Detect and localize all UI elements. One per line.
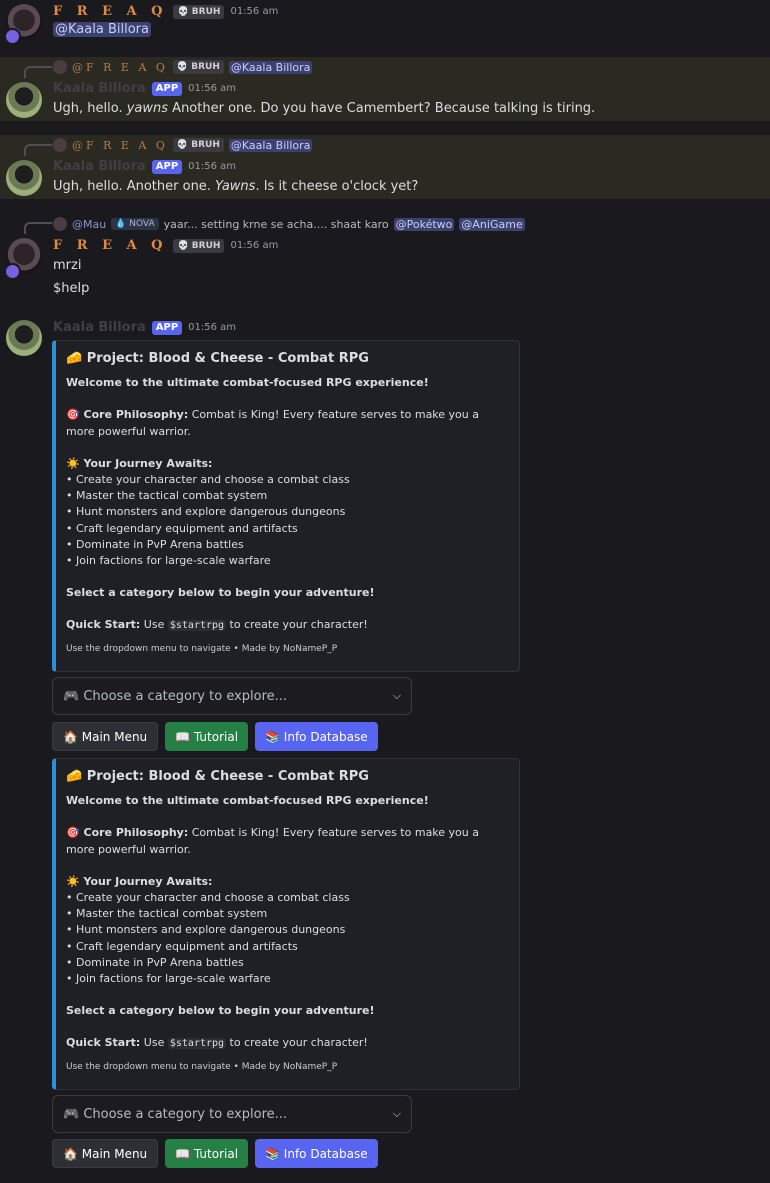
- list-item: • Dominate in PvP Arena battles: [66, 955, 244, 969]
- list-item: • Master the tactical combat system: [66, 489, 268, 503]
- reply-mention[interactable]: @AniGame: [459, 217, 525, 231]
- rpg-embed: 🧀 Project: Blood & Cheese - Combat RPG W…: [52, 340, 520, 672]
- embed-title: 🧀 Project: Blood & Cheese - Combat RPG: [66, 769, 369, 784]
- reply-avatar: [53, 60, 67, 74]
- message-text: Ugh, hello. yawns Another one. Do you ha…: [53, 101, 596, 116]
- category-select[interactable]: 🎮 Choose a category to explore... ⌵: [52, 1095, 412, 1133]
- list-item: • Create your character and choose a com…: [66, 473, 350, 487]
- embed-philosophy: 🎯 Core Philosophy: Combat is King! Every…: [66, 826, 479, 856]
- info-database-button[interactable]: 📚 Info Database: [255, 1139, 378, 1168]
- embed-welcome: Welcome to the ultimate combat-focused R…: [66, 376, 429, 390]
- timestamp: 01:56 am: [188, 322, 237, 333]
- avatar[interactable]: [6, 160, 42, 196]
- tutorial-button[interactable]: 📖 Tutorial: [165, 722, 249, 751]
- category-select[interactable]: 🎮 Choose a category to explore... ⌵: [52, 677, 412, 715]
- app-tag: APP: [151, 320, 183, 335]
- embed-quick-start: Quick Start: Use $startrpg to create you…: [66, 618, 368, 632]
- username[interactable]: Kaala Billora: [53, 81, 146, 96]
- timestamp: 01:56 am: [188, 83, 237, 94]
- timestamp: 01:56 am: [230, 6, 279, 17]
- embed-quick-start: Quick Start: Use $startrpg to create you…: [66, 1036, 368, 1050]
- embed-journey-label: ☀️ Your Journey Awaits:: [66, 874, 213, 888]
- main-menu-button[interactable]: 🏠 Main Menu: [52, 1139, 159, 1168]
- message-freaq-2: @Mau 💧 NOVA yaar... setting krne se acha…: [0, 213, 770, 303]
- embed-select-line: Select a category below to begin your ad…: [66, 586, 375, 600]
- username[interactable]: F R E A Q: [53, 238, 167, 253]
- info-database-button[interactable]: 📚 Info Database: [255, 722, 378, 751]
- reply-connector: [24, 222, 52, 234]
- reply-connector: [24, 144, 52, 156]
- boost-badge-icon: [4, 263, 21, 280]
- embed-footer: Use the dropdown menu to navigate • Made…: [66, 643, 338, 654]
- embed-title: 🧀 Project: Blood & Cheese - Combat RPG: [66, 351, 369, 366]
- reply-connector: [24, 66, 52, 78]
- app-tag: APP: [151, 159, 183, 174]
- list-item: • Hunt monsters and explore dangerous du…: [66, 923, 346, 937]
- chevron-down-icon: ⌵: [392, 689, 401, 702]
- reply-mention[interactable]: @Kaala Billora: [228, 138, 313, 152]
- timestamp: 01:56 am: [188, 161, 237, 172]
- embed-footer: Use the dropdown menu to navigate • Made…: [66, 1061, 338, 1072]
- list-item: • Join factions for large-scale warfare: [66, 554, 271, 568]
- message-text: $help: [53, 281, 90, 296]
- reply-avatar: [53, 138, 67, 152]
- message-kaala-reply-1: @F R E A Q 💀 BRUH @Kaala Billora Kaala B…: [0, 57, 770, 121]
- embed-select-line: Select a category below to begin your ad…: [66, 1004, 375, 1018]
- message-text: Ugh, hello. Another one. Yawns. Is it ch…: [53, 179, 419, 194]
- username[interactable]: Kaala Billora: [53, 159, 146, 174]
- reply-text: yaar... setting krne se acha.... shaat k…: [163, 217, 389, 231]
- list-item: • Hunt monsters and explore dangerous du…: [66, 505, 346, 519]
- username[interactable]: Kaala Billora: [53, 320, 146, 335]
- role-tag: 💀 BRUH: [172, 60, 224, 74]
- reply-mention[interactable]: @Pokétwo: [393, 217, 455, 231]
- timestamp: 01:56 am: [230, 240, 279, 251]
- embed-philosophy: 🎯 Core Philosophy: Combat is King! Every…: [66, 408, 479, 438]
- reply-username[interactable]: @F R E A Q: [72, 139, 168, 152]
- role-tag: 💀 BRUH: [173, 238, 225, 253]
- message-text: mrzi: [53, 258, 82, 273]
- main-menu-button[interactable]: 🏠 Main Menu: [52, 722, 159, 751]
- chevron-down-icon: ⌵: [392, 1107, 401, 1120]
- username[interactable]: F R E A Q: [53, 4, 167, 19]
- list-item: • Craft legendary equipment and artifact…: [66, 939, 298, 953]
- select-placeholder: 🎮 Choose a category to explore...: [63, 688, 288, 704]
- list-item: • Dominate in PvP Arena battles: [66, 537, 244, 551]
- app-tag: APP: [151, 81, 183, 96]
- message-freaq-1: F R E A Q 💀 BRUH 01:56 am @Kaala Billora: [0, 0, 770, 56]
- boost-badge-icon: [4, 28, 21, 45]
- select-placeholder: 🎮 Choose a category to explore...: [63, 1106, 288, 1122]
- role-tag: 💀 BRUH: [173, 4, 225, 19]
- list-item: • Master the tactical combat system: [66, 907, 268, 921]
- role-tag: 💧 NOVA: [111, 218, 159, 230]
- list-item: • Join factions for large-scale warfare: [66, 972, 271, 986]
- reply-username[interactable]: @Mau: [72, 218, 106, 231]
- reply-username[interactable]: @F R E A Q: [72, 61, 168, 74]
- reply-mention[interactable]: @Kaala Billora: [228, 60, 313, 74]
- embed-journey-label: ☀️ Your Journey Awaits:: [66, 456, 213, 470]
- user-mention[interactable]: @Kaala Billora: [53, 22, 151, 37]
- rpg-embed: 🧀 Project: Blood & Cheese - Combat RPG W…: [52, 758, 520, 1090]
- list-item: • Craft legendary equipment and artifact…: [66, 521, 298, 535]
- list-item: • Create your character and choose a com…: [66, 891, 350, 905]
- reply-avatar: [53, 217, 67, 231]
- avatar[interactable]: [6, 82, 42, 118]
- avatar[interactable]: [6, 320, 42, 356]
- tutorial-button[interactable]: 📖 Tutorial: [165, 1139, 249, 1168]
- message-kaala-reply-2: @F R E A Q 💀 BRUH @Kaala Billora Kaala B…: [0, 135, 770, 199]
- embed-welcome: Welcome to the ultimate combat-focused R…: [66, 794, 429, 808]
- role-tag: 💀 BRUH: [172, 138, 224, 152]
